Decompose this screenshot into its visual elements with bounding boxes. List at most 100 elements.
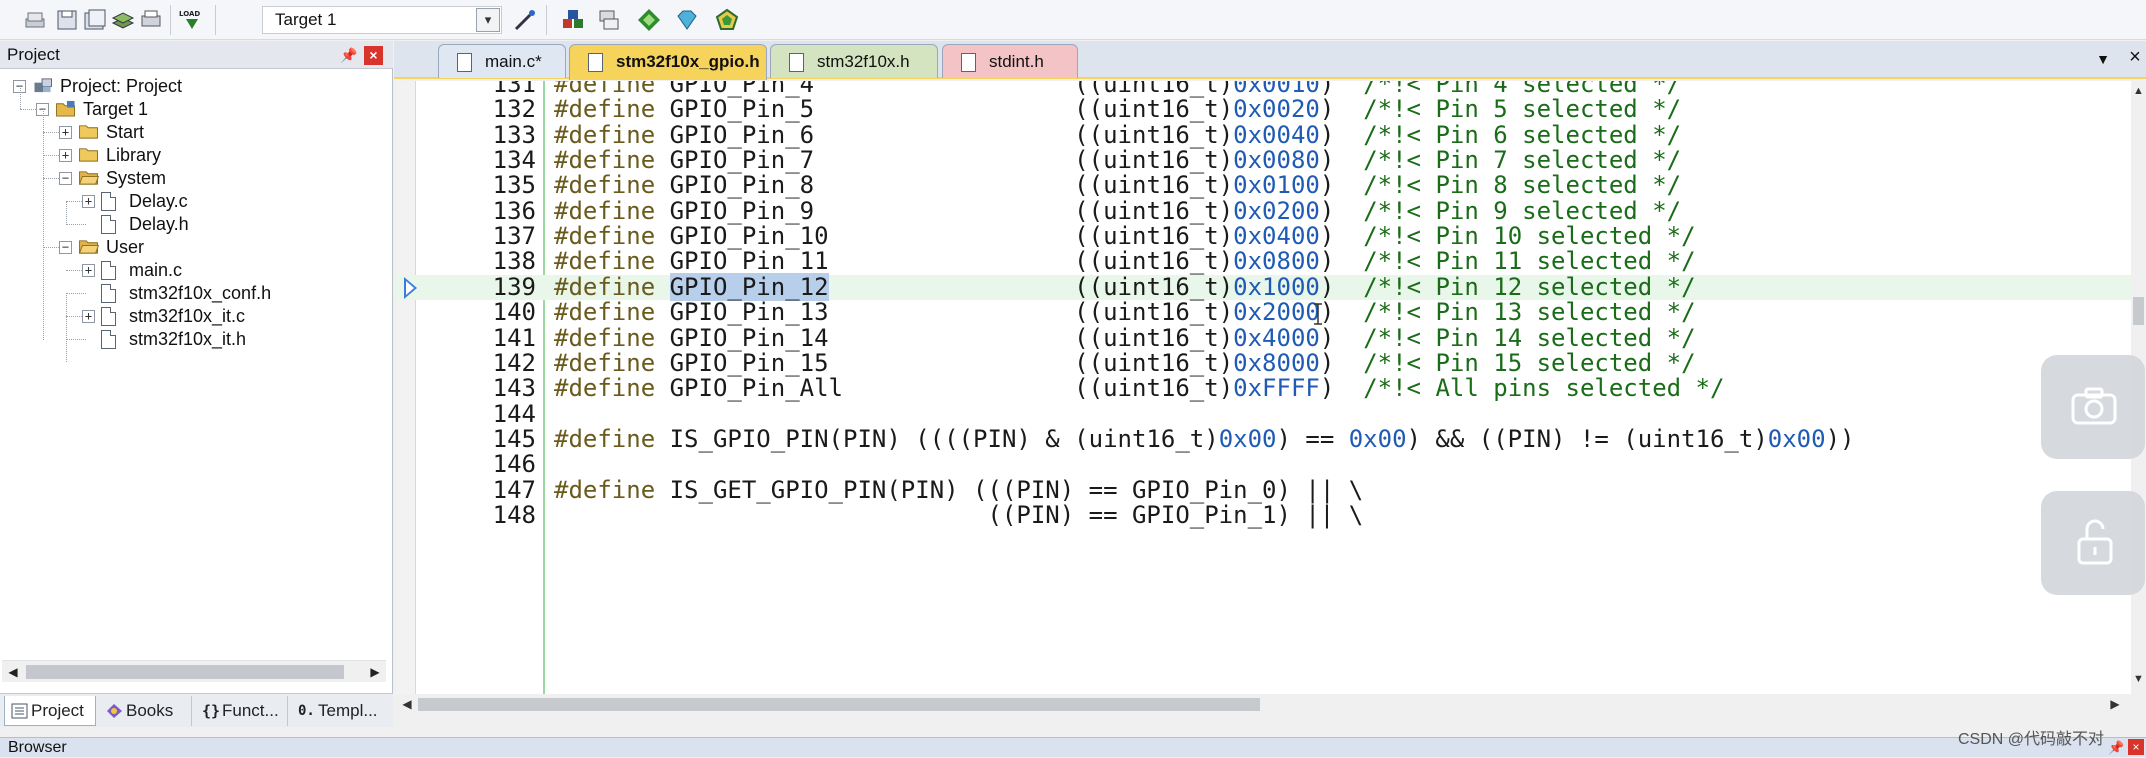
code-token: 0x2000: [1233, 298, 1320, 327]
code-line[interactable]: 148 ((PIN) == GPIO_Pin_1) || \: [396, 500, 2131, 529]
tab-functions[interactable]: {} Funct...: [196, 696, 288, 726]
code-line[interactable]: 140 #define GPIO_Pin_13 ((uint16_t)0x2000…: [396, 298, 2131, 327]
gem-icon[interactable]: [714, 7, 740, 33]
scroll-thumb[interactable]: [2133, 297, 2144, 325]
tab-label: Funct...: [222, 701, 279, 720]
editor-horizontal-scrollbar[interactable]: ◀ ▶: [396, 694, 2146, 714]
code-token: GPIO_Pin_6 ((: [655, 120, 1104, 149]
code-token: /*!< Pin 11 selected */: [1363, 247, 1696, 276]
code-line[interactable]: 138 #define GPIO_Pin_11 ((uint16_t)0x0800…: [396, 247, 2131, 276]
tab-project[interactable]: Project: [4, 696, 96, 726]
code-lines[interactable]: 131 #define GPIO_Pin_4 ((uint16_t)0x0010)…: [396, 81, 2131, 694]
code-line[interactable]: 143 #define GPIO_Pin_All ((uint16_t)0xFFF…: [396, 374, 2131, 403]
code-line[interactable]: 141 #define GPIO_Pin_14 ((uint16_t)0x4000…: [396, 325, 2131, 351]
editor-tab[interactable]: stdint.h: [942, 44, 1078, 78]
code-line[interactable]: 133 #define GPIO_Pin_6 ((uint16_t)0x0040)…: [396, 120, 2131, 149]
line-number: 143: [492, 374, 536, 403]
code-line[interactable]: 145 #define IS_GPIO_PIN(PIN) ((((PIN) & (…: [396, 424, 2131, 453]
collapse-icon[interactable]: −: [59, 172, 72, 185]
code-token: GPIO_Pin_5 ((: [655, 95, 1104, 124]
code-line[interactable]: 135 #define GPIO_Pin_8 ((uint16_t)0x0100)…: [396, 173, 2131, 199]
print-icon[interactable]: [138, 7, 164, 33]
code-line[interactable]: 139 #define GPIO_Pin_12 ((uint16_t)0x1000…: [396, 272, 2131, 301]
save-all-icon[interactable]: [82, 7, 108, 33]
tab-templates[interactable]: 0. Templ...: [292, 696, 388, 726]
collapse-icon[interactable]: −: [59, 241, 72, 254]
expand-icon[interactable]: +: [82, 195, 95, 208]
code-token: IS_GET_GPIO_PIN(PIN) (((PIN) == GPIO_Pin…: [655, 475, 1364, 504]
expand-icon[interactable]: +: [59, 149, 72, 162]
chevron-down-icon[interactable]: ▾: [476, 8, 500, 32]
pin-icon[interactable]: 📌: [340, 47, 357, 63]
tree-item[interactable]: stm32f10x_it.h: [129, 324, 246, 354]
browser-bar: Browser 📌 ×: [0, 737, 2146, 757]
code-token: )): [1825, 424, 1855, 453]
code-token: ): [1319, 146, 1364, 175]
expand-icon[interactable]: +: [59, 126, 72, 139]
manage-components-icon[interactable]: [560, 7, 586, 33]
browser-label: Browser: [8, 739, 67, 756]
expand-icon[interactable]: +: [82, 264, 95, 277]
diamond-icon[interactable]: [674, 7, 700, 33]
scroll-left-icon[interactable]: ◀: [398, 695, 416, 713]
scroll-right-icon[interactable]: ▶: [2106, 695, 2124, 713]
close-tab-icon[interactable]: ×: [2126, 47, 2144, 67]
unlock-button[interactable]: [2041, 491, 2145, 595]
code-token: GPIO_Pin_9 ((: [655, 196, 1104, 225]
save-icon[interactable]: [54, 7, 80, 33]
scroll-down-icon[interactable]: ▼: [2131, 673, 2146, 685]
code-line[interactable]: 132 #define GPIO_Pin_5 ((uint16_t)0x0020)…: [396, 95, 2131, 124]
code-line[interactable]: 136 #define GPIO_Pin_9 ((uint16_t)0x0200)…: [396, 196, 2131, 225]
code-editor[interactable]: 131 #define GPIO_Pin_4 ((uint16_t)0x0010)…: [396, 81, 2131, 694]
scroll-up-icon[interactable]: ▲: [2131, 85, 2146, 97]
code-token: 0x0200: [1233, 196, 1320, 225]
code-line[interactable]: 142 #define GPIO_Pin_15 ((uint16_t)0x8000…: [396, 348, 2131, 377]
code-token: ): [1319, 247, 1364, 276]
code-line[interactable]: 147 #define IS_GET_GPIO_PIN(PIN) (((PIN) …: [396, 475, 2131, 504]
screenshot-button[interactable]: [2041, 355, 2145, 459]
code-token: #define: [554, 298, 656, 327]
panel-horizontal-scrollbar[interactable]: ◀ ▶: [2, 660, 386, 682]
code-line[interactable]: 146: [396, 450, 2131, 479]
expand-icon[interactable]: +: [82, 310, 95, 323]
code-token: 0x0800: [1233, 247, 1320, 276]
code-line[interactable]: 134 #define GPIO_Pin_7 ((uint16_t)0x0080)…: [396, 146, 2131, 175]
scroll-left-icon[interactable]: ◀: [4, 663, 22, 681]
code-text: #define GPIO_Pin_10 ((uint16_t)0x0400) /…: [554, 223, 1696, 249]
code-text: #define GPIO_Pin_7 ((uint16_t)0x0080) /*…: [554, 146, 1681, 175]
pin-icon[interactable]: 📌: [2108, 740, 2124, 756]
stack-icon[interactable]: [110, 7, 136, 33]
code-token: GPIO_Pin_13 ((: [655, 298, 1104, 327]
code-line[interactable]: 137 #define GPIO_Pin_10 ((uint16_t)0x0400…: [396, 223, 2131, 249]
code-token: uint16_t: [1103, 146, 1219, 175]
code-token: #define: [554, 120, 656, 149]
load-icon[interactable]: LOAD: [177, 7, 207, 33]
bookmark-arrow-icon[interactable]: [404, 276, 417, 299]
scroll-right-icon[interactable]: ▶: [366, 663, 384, 681]
line-number: 140: [492, 298, 536, 327]
close-icon[interactable]: ×: [2128, 739, 2144, 755]
code-token: /*!< Pin 13 selected */: [1363, 298, 1696, 327]
target-select[interactable]: Target 1: [262, 6, 502, 34]
options-wand-icon[interactable]: [512, 7, 538, 33]
code-text: #define GPIO_Pin_All ((uint16_t)0xFFFF) …: [554, 376, 1724, 401]
code-text: #define GPIO_Pin_13 ((uint16_t)0x2000) /…: [554, 298, 1696, 327]
line-number: 142: [492, 348, 536, 377]
scroll-thumb[interactable]: [418, 698, 1260, 711]
tab-list-dropdown-icon[interactable]: ▼: [2094, 51, 2112, 67]
batch-setup-icon[interactable]: [22, 7, 48, 33]
scroll-thumb[interactable]: [26, 665, 344, 679]
code-token: 0x0040: [1233, 120, 1320, 149]
layers-icon[interactable]: [596, 7, 622, 33]
code-line[interactable]: 144: [396, 401, 2131, 427]
editor-tab[interactable]: stm32f10x.h: [770, 44, 938, 78]
code-token: ((PIN) == GPIO_Pin_1) || \: [554, 500, 1364, 529]
editor-tab[interactable]: stm32f10x_gpio.h: [569, 44, 767, 80]
close-icon[interactable]: ×: [364, 46, 383, 65]
line-number: 146: [492, 450, 536, 479]
tab-books[interactable]: Books: [100, 696, 192, 726]
editor-tab[interactable]: main.c*: [438, 44, 566, 78]
pack-installer-icon[interactable]: [636, 7, 662, 33]
tab-label: stdint.h: [989, 52, 1044, 71]
